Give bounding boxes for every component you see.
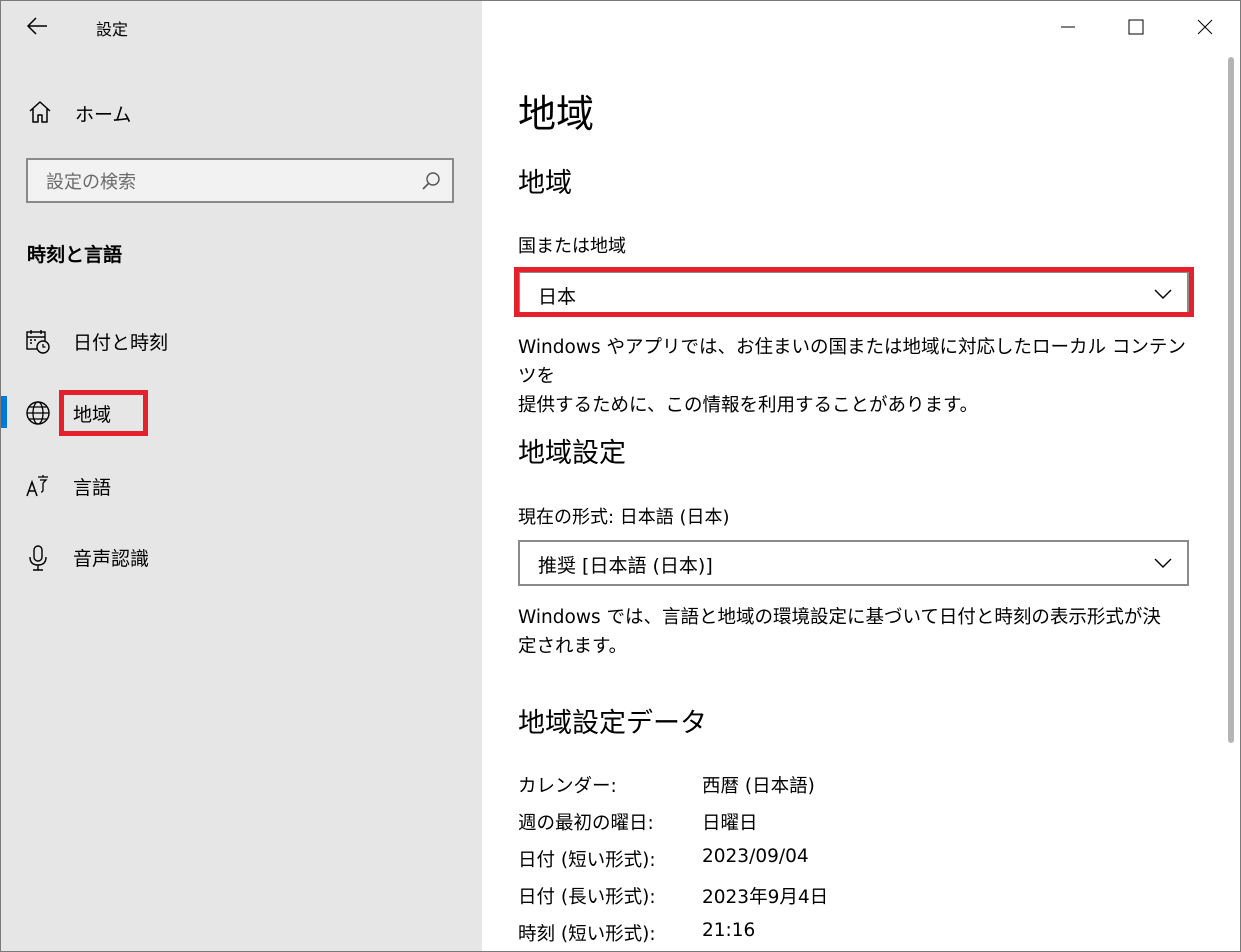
sidebar: 設定 ホーム 時刻と言語 日付と時刻 — [1, 1, 482, 951]
format-value: 推奨 [日本語 (日本)] — [538, 555, 713, 577]
search-icon[interactable] — [420, 170, 442, 192]
section-heading: 時刻と言語 — [27, 244, 123, 266]
sidebar-item-label: 日付と時刻 — [73, 332, 169, 354]
nav-home[interactable]: ホーム — [1, 91, 482, 133]
settings-window: 設定 ホーム 時刻と言語 日付と時刻 — [0, 0, 1241, 952]
search-input[interactable] — [44, 167, 408, 197]
sidebar-item-date-time[interactable]: 日付と時刻 — [1, 316, 482, 364]
back-button[interactable] — [21, 11, 55, 41]
format-dropdown[interactable]: 推奨 [日本語 (日本)] — [518, 540, 1189, 586]
country-region-dropdown[interactable]: 日本 — [518, 271, 1189, 317]
sidebar-item-label: 音声認識 — [73, 548, 150, 570]
region-data-heading: 地域設定データ — [518, 708, 707, 739]
maximize-button[interactable] — [1113, 11, 1159, 43]
search-box[interactable] — [26, 158, 454, 203]
main-content: 地域 地域 国または地域 日本 Windows やアプリでは、お住まいの国または… — [482, 1, 1240, 951]
microphone-icon — [29, 545, 47, 571]
format-description: Windows では、言語と地域の環境設定に基づいて日付と時刻の表示形式が決 定… — [518, 607, 1161, 657]
globe-icon — [26, 401, 50, 425]
country-region-label: 国または地域 — [518, 236, 626, 257]
sidebar-item-label: 言語 — [73, 477, 112, 499]
maximize-icon — [1128, 19, 1144, 35]
minimize-button[interactable] — [1045, 11, 1091, 43]
chevron-down-icon — [1154, 289, 1172, 299]
home-icon — [29, 101, 51, 123]
format-label: 現在の形式: 日本語 (日本) — [518, 507, 730, 528]
page-title: 地域 — [518, 92, 595, 136]
nav-home-label: ホーム — [75, 104, 132, 126]
app-title: 設定 — [96, 20, 129, 39]
back-arrow-icon — [26, 17, 47, 35]
country-region-value: 日本 — [538, 286, 577, 308]
scrollbar[interactable] — [1228, 57, 1234, 743]
close-button[interactable] — [1182, 11, 1228, 43]
language-icon — [26, 475, 48, 497]
chevron-down-icon — [1154, 558, 1172, 568]
sidebar-item-label: 地域 — [73, 404, 112, 426]
sidebar-item-region[interactable]: 地域 — [1, 388, 482, 436]
format-heading: 地域設定 — [518, 438, 626, 469]
sidebar-item-speech[interactable]: 音声認識 — [1, 532, 482, 580]
minimize-icon — [1061, 26, 1075, 28]
calendar-clock-icon — [26, 330, 50, 354]
close-icon — [1197, 19, 1213, 35]
sidebar-item-language[interactable]: 言語 — [1, 461, 482, 509]
region-description: Windows やアプリでは、お住まいの国または地域に対応したローカル コンテン… — [518, 337, 1186, 416]
region-heading: 地域 — [518, 168, 572, 199]
active-indicator — [1, 396, 7, 428]
